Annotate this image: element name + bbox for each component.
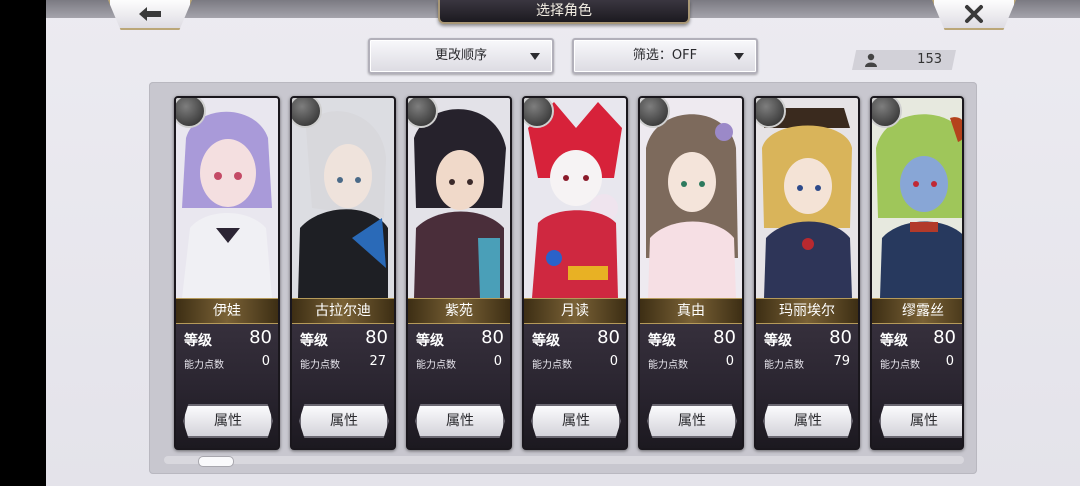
level-label: 等级 [764,333,792,349]
points-label: 能力点数 [648,360,688,371]
close-icon [965,5,983,23]
points-value: 79 [833,354,850,369]
points-value: 0 [725,354,734,369]
chevron-down-icon [530,53,540,60]
person-icon [865,53,877,67]
character-name: 玛丽埃尔 [756,298,858,324]
level-value: 80 [249,327,272,348]
attribute-button[interactable]: 属性 [879,404,962,438]
level-value: 80 [829,327,852,348]
level-label: 等级 [416,333,444,349]
character-portrait [756,98,858,298]
attribute-button[interactable]: 属性 [299,404,389,438]
back-button[interactable] [108,0,192,30]
filter-dropdown[interactable]: 筛选：OFF [572,38,758,74]
game-screen: 选择角色 更改顺序 筛选：OFF 153 伊娃 等级 80 能力点数 0 属性 … [46,0,1080,486]
page-title: 选择角色 [438,0,690,24]
level-label: 等级 [184,333,212,349]
character-portrait [408,98,510,298]
character-portrait [524,98,626,298]
points-value: 0 [609,354,618,369]
level-value: 80 [365,327,388,348]
points-value: 0 [493,354,502,369]
character-name: 月读 [524,298,626,324]
level-value: 80 [597,327,620,348]
points-label: 能力点数 [764,360,804,371]
points-value: 0 [261,354,270,369]
character-name: 伊娃 [176,298,278,324]
level-value: 80 [481,327,504,348]
character-name: 古拉尔迪 [292,298,394,324]
order-dropdown[interactable]: 更改顺序 [368,38,554,74]
character-card[interactable]: 缪露丝 等级 80 能力点数 0 属性 [870,96,964,450]
attribute-button[interactable]: 属性 [647,404,737,438]
character-name: 真由 [640,298,742,324]
attribute-button[interactable]: 属性 [531,404,621,438]
character-count-value: 153 [917,52,942,67]
scrollbar-thumb[interactable] [198,456,234,467]
level-value: 80 [933,327,956,348]
character-portrait [176,98,278,298]
points-label: 能力点数 [300,360,340,371]
level-label: 等级 [300,333,328,349]
character-card[interactable]: 紫苑 等级 80 能力点数 0 属性 [406,96,512,450]
character-portrait [292,98,394,298]
level-label: 等级 [648,333,676,349]
points-label: 能力点数 [184,360,224,371]
points-label: 能力点数 [416,360,456,371]
character-card[interactable]: 真由 等级 80 能力点数 0 属性 [638,96,744,450]
horizontal-scrollbar[interactable] [164,456,964,464]
filter-dropdown-label: 筛选：OFF [632,48,698,63]
arrow-left-icon [139,7,161,21]
close-button[interactable] [932,0,1016,30]
attribute-button[interactable]: 属性 [763,404,853,438]
chevron-down-icon [734,53,744,60]
character-count: 153 [852,50,956,70]
level-label: 等级 [880,333,908,349]
points-value: 27 [369,354,386,369]
character-card[interactable]: 古拉尔迪 等级 80 能力点数 27 属性 [290,96,396,450]
attribute-button[interactable]: 属性 [183,404,273,438]
character-card[interactable]: 月读 等级 80 能力点数 0 属性 [522,96,628,450]
level-value: 80 [713,327,736,348]
points-value: 0 [945,354,954,369]
character-name: 紫苑 [408,298,510,324]
order-dropdown-label: 更改顺序 [434,48,487,63]
character-card[interactable]: 伊娃 等级 80 能力点数 0 属性 [174,96,280,450]
points-label: 能力点数 [532,360,572,371]
character-card[interactable]: 玛丽埃尔 等级 80 能力点数 79 属性 [754,96,860,450]
points-label: 能力点数 [880,360,920,371]
character-name: 缪露丝 [872,298,962,324]
attribute-button[interactable]: 属性 [415,404,505,438]
character-portrait [872,98,962,298]
level-label: 等级 [532,333,560,349]
character-portrait [640,98,742,298]
